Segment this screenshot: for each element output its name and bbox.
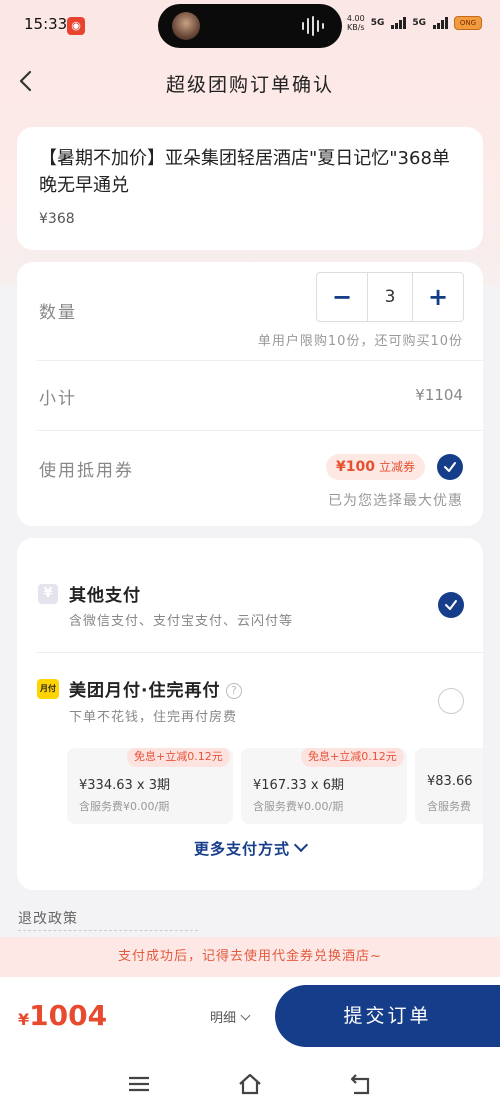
chevron-down-icon: [293, 837, 309, 853]
network-speed: 4.00 KB/s: [346, 14, 365, 32]
signal-icon: [391, 17, 407, 29]
total-price: ¥1004: [18, 999, 108, 1032]
product-title: 【暑期不加价】亚朵集团轻居酒店"夏日记忆"368单晚无早通兑: [39, 148, 450, 196]
refund-policy-title: 退改政策: [18, 911, 78, 927]
divider: [37, 652, 483, 653]
nav-bar: 超级团购订单确认: [0, 56, 500, 106]
payment-check-icon[interactable]: [438, 592, 464, 618]
plan-fee: 含服务费: [427, 800, 471, 813]
quantity-stepper: − 3 +: [316, 272, 464, 322]
product-card: 【暑期不加价】亚朵集团轻居酒店"夏日记忆"368单晚无早通兑 ¥368: [17, 127, 483, 250]
page-title: 超级团购订单确认: [165, 74, 334, 96]
dynamic-island[interactable]: [158, 4, 342, 48]
battery-icon: ONG: [454, 16, 482, 30]
plan-amount: ¥83.66: [427, 774, 473, 789]
back-nav-icon[interactable]: [348, 1071, 374, 1097]
best-discount-note: 已为您选择最大优惠: [328, 493, 463, 509]
quantity-value[interactable]: 3: [367, 273, 413, 321]
submit-order-button[interactable]: 提交订单: [275, 985, 500, 1047]
plan-badge: 免息+立减0.12元: [127, 748, 230, 767]
increase-button[interactable]: +: [413, 273, 463, 321]
subtotal-label: 小计: [39, 389, 77, 409]
success-tip-banner: 支付成功后，记得去使用代金券兑换酒店~: [0, 937, 500, 977]
product-price: ¥368: [39, 211, 75, 227]
signal-icon-2: [433, 17, 448, 29]
app-notification-icon: ◉: [67, 17, 85, 35]
chevron-down-icon: [240, 1010, 251, 1021]
installment-plan[interactable]: 免息+立减0.12元 ¥167.33 x 6期 含服务费¥0.00/期: [241, 748, 407, 824]
plan-fee: 含服务费¥0.00/期: [253, 800, 344, 813]
status-time: 15:33: [24, 15, 68, 33]
system-nav-bar: [0, 1057, 500, 1111]
signal-label-1: 5G: [370, 18, 385, 28]
subtotal-value: ¥1104: [415, 386, 463, 404]
audio-wave-icon: [302, 16, 328, 36]
more-payment-button[interactable]: 更多支付方式: [17, 837, 483, 859]
home-icon[interactable]: [237, 1071, 263, 1097]
music-cover-avatar: [172, 12, 200, 40]
quantity-label: 数量: [39, 303, 77, 323]
policy-content-peek: [18, 930, 198, 936]
status-indicators: 4.00 KB/s 5G 5G ONG: [347, 14, 482, 32]
payment-title: 美团月付·住完再付?: [69, 676, 243, 701]
installment-plan[interactable]: ¥83.66 含服务费: [415, 748, 483, 824]
payment-card: ¥ 其他支付 含微信支付、支付宝支付、云闪付等 月付 美团月付·住完再付? 下单…: [17, 538, 483, 890]
order-details-card: 数量 − 3 + 单用户限购10份，还可购买10份 小计 ¥1104 使用抵用券…: [17, 262, 483, 526]
plan-fee: 含服务费¥0.00/期: [79, 800, 170, 813]
other-pay-icon: ¥: [38, 584, 58, 604]
divider: [37, 360, 483, 361]
payment-desc: 含微信支付、支付宝支付、云闪付等: [69, 614, 294, 629]
divider: [37, 430, 483, 431]
plan-badge: 免息+立减0.12元: [301, 748, 404, 767]
price-detail-button[interactable]: 明细: [210, 1007, 251, 1026]
plan-amount: ¥334.63 x 3期: [79, 778, 170, 793]
decrease-button[interactable]: −: [317, 273, 367, 321]
checkout-bar: ¥1004 明细 提交订单: [0, 977, 500, 1057]
signal-label-2: 5G: [412, 18, 426, 28]
payment-title: 其他支付: [69, 586, 141, 606]
purchase-limit-note: 单用户限购10份，还可购买10份: [257, 334, 463, 349]
menu-icon[interactable]: [126, 1071, 152, 1097]
monthly-pay-icon: 月付: [37, 679, 59, 699]
status-bar: 15:33 ◉ 4.00 KB/s 5G 5G ONG: [0, 0, 500, 52]
payment-desc: 下单不花钱，住完再付房费: [69, 710, 238, 725]
coupon-tag[interactable]: ¥100 立减券: [326, 454, 425, 480]
plan-amount: ¥167.33 x 6期: [253, 778, 344, 793]
payment-radio[interactable]: [438, 688, 464, 714]
coupon-label: 使用抵用券: [39, 461, 134, 481]
installment-plans: 免息+立减0.12元 ¥334.63 x 3期 含服务费¥0.00/期 免息+立…: [67, 748, 483, 828]
coupon-check-icon[interactable]: [437, 454, 463, 480]
installment-plan[interactable]: 免息+立减0.12元 ¥334.63 x 3期 含服务费¥0.00/期: [67, 748, 233, 824]
help-icon[interactable]: ?: [226, 683, 243, 699]
